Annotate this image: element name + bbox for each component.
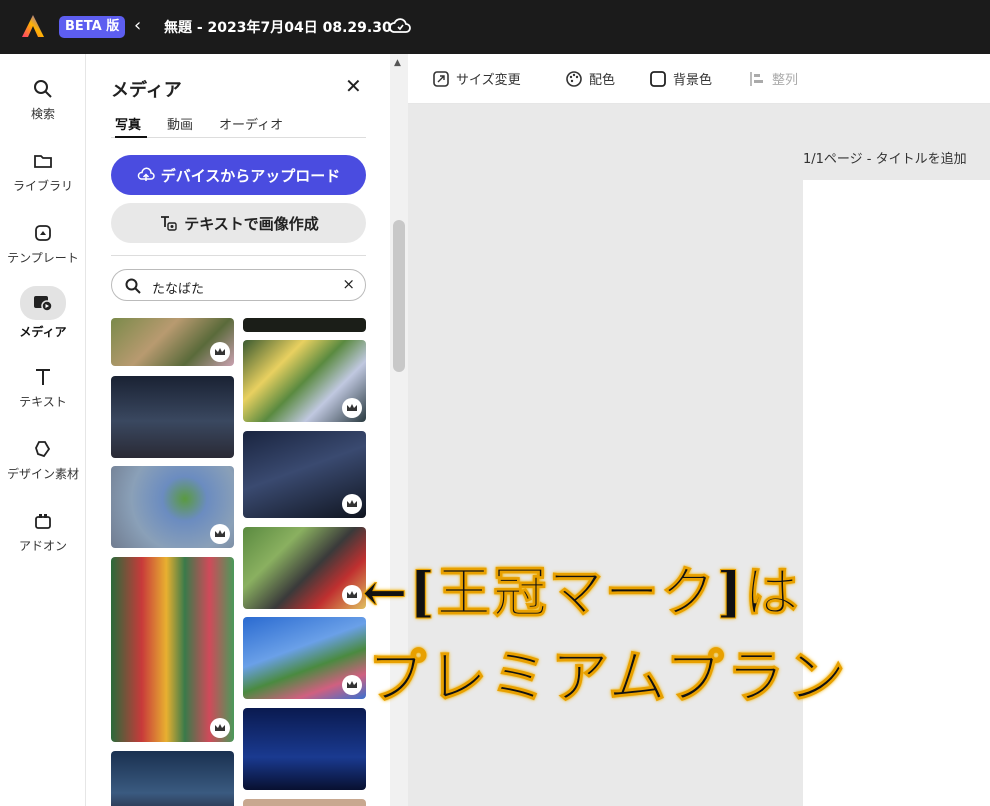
photo-thumbnail[interactable]	[243, 708, 366, 790]
premium-crown-icon	[342, 585, 362, 605]
document-title[interactable]: 無題 - 2023年7月04日 08.29.30	[164, 17, 392, 37]
photo-thumbnail[interactable]	[111, 376, 234, 458]
premium-crown-icon	[342, 398, 362, 418]
photo-thumbnail[interactable]	[111, 318, 234, 366]
annotation-overlay: ←[王冠マーク]は プレミアムプラン	[361, 548, 982, 718]
photo-thumbnail[interactable]	[243, 527, 366, 609]
background-color-label: 背景色	[673, 73, 713, 88]
rail-item-label: デザイン素材	[6, 467, 79, 481]
search-icon	[34, 80, 52, 98]
panel-divider	[111, 255, 366, 256]
cloud-upload-icon	[137, 167, 155, 181]
search-input[interactable]: たなばた ×	[111, 269, 366, 301]
tab-photos[interactable]: 写真	[115, 114, 141, 133]
rail-item-addons[interactable]: アドオン	[0, 508, 86, 554]
align-button[interactable]: 整列	[748, 69, 798, 88]
align-icon	[750, 71, 763, 86]
tab-audio[interactable]: オーディオ	[219, 114, 283, 133]
page-label[interactable]: 1/1ページ - タイトルを追加	[803, 148, 967, 167]
annotation-line-2: プレミアムプラン	[367, 643, 849, 712]
photo-thumbnail[interactable]	[111, 557, 234, 742]
photo-thumbnail[interactable]	[243, 340, 366, 422]
template-icon	[35, 225, 51, 241]
text-icon	[36, 369, 50, 385]
premium-crown-icon	[210, 524, 230, 544]
text-to-image-label: テキストで画像作成	[184, 214, 319, 233]
resize-icon	[433, 70, 449, 87]
scrollbar-thumb[interactable]	[393, 220, 405, 372]
rail-item-label: アドオン	[18, 539, 67, 553]
tab-videos[interactable]: 動画	[167, 114, 193, 133]
clear-search-icon[interactable]: ×	[342, 275, 355, 293]
rail-item-media[interactable]: メディア	[0, 286, 86, 340]
rail-item-label: ライブラリ	[12, 179, 73, 193]
palette-label: 配色	[589, 73, 616, 88]
background-color-icon	[650, 70, 666, 87]
close-icon[interactable]: ✕	[345, 74, 362, 98]
beta-badge: BETA 版	[59, 16, 126, 38]
photo-thumbnail[interactable]	[111, 466, 234, 548]
media-icon-highlight	[20, 286, 66, 320]
media-tabs: 写真 動画 オーディオ	[111, 112, 366, 138]
adobe-express-logo-icon[interactable]	[20, 13, 46, 39]
media-icon	[34, 296, 53, 312]
rail-item-label: メディア	[19, 325, 67, 339]
premium-crown-icon	[210, 718, 230, 738]
search-icon	[125, 278, 141, 294]
color-palette-button[interactable]: 配色	[565, 69, 615, 88]
resize-button[interactable]: サイズ変更	[432, 69, 521, 88]
folder-icon	[34, 155, 52, 168]
photo-thumbnail[interactable]	[243, 799, 366, 806]
rail-item-text[interactable]: テキスト	[0, 364, 86, 410]
annotation-line-1: ←[王冠マーク]は	[361, 560, 801, 625]
rail-item-label: テンプレート	[7, 251, 79, 265]
scroll-up-arrow-icon[interactable]: ▲	[394, 58, 401, 68]
canvas-toolbar: サイズ変更 配色 背景色 整列	[408, 54, 990, 104]
photo-thumbnail[interactable]	[243, 617, 366, 699]
photo-results-grid	[111, 318, 371, 806]
align-label: 整列	[772, 73, 799, 88]
search-query: たなばた	[152, 282, 205, 297]
rail-item-label: 検索	[30, 107, 55, 121]
rail-item-templates[interactable]: テンプレート	[0, 220, 86, 266]
left-nav-rail: 検索 ライブラリ テンプレート メディア テキスト デザイン素材 アドオン	[0, 54, 86, 806]
premium-crown-icon	[342, 675, 362, 695]
background-color-button[interactable]: 背景色	[649, 69, 712, 88]
media-panel: メディア ✕ 写真 動画 オーディオ デバイスからアップロード テキストで画像作…	[87, 54, 390, 806]
upload-button-label: デバイスからアップロード	[160, 166, 341, 185]
shapes-icon	[35, 441, 51, 458]
rail-item-design-assets[interactable]: デザイン素材	[0, 436, 86, 482]
photo-thumbnail[interactable]	[243, 318, 366, 332]
premium-crown-icon	[210, 342, 230, 362]
active-tab-indicator	[115, 136, 147, 138]
upload-from-device-button[interactable]: デバイスからアップロード	[111, 155, 366, 195]
photo-thumbnail[interactable]	[243, 431, 366, 518]
photo-thumbnail[interactable]	[111, 751, 234, 806]
premium-crown-icon	[342, 494, 362, 514]
back-chevron-icon[interactable]: ‹	[134, 13, 141, 39]
text-to-image-button[interactable]: テキストで画像作成	[111, 203, 366, 243]
cloud-sync-icon[interactable]	[388, 15, 412, 37]
palette-icon	[566, 70, 582, 87]
rail-item-label: テキスト	[19, 395, 67, 409]
text-to-image-icon	[161, 216, 177, 231]
top-bar: BETA 版 ‹ 無題 - 2023年7月04日 08.29.30	[0, 0, 990, 54]
rail-item-search[interactable]: 検索	[0, 76, 86, 122]
rail-item-library[interactable]: ライブラリ	[0, 148, 86, 194]
addon-icon	[35, 514, 51, 529]
panel-title: メディア	[111, 80, 182, 101]
resize-label: サイズ変更	[456, 73, 521, 88]
